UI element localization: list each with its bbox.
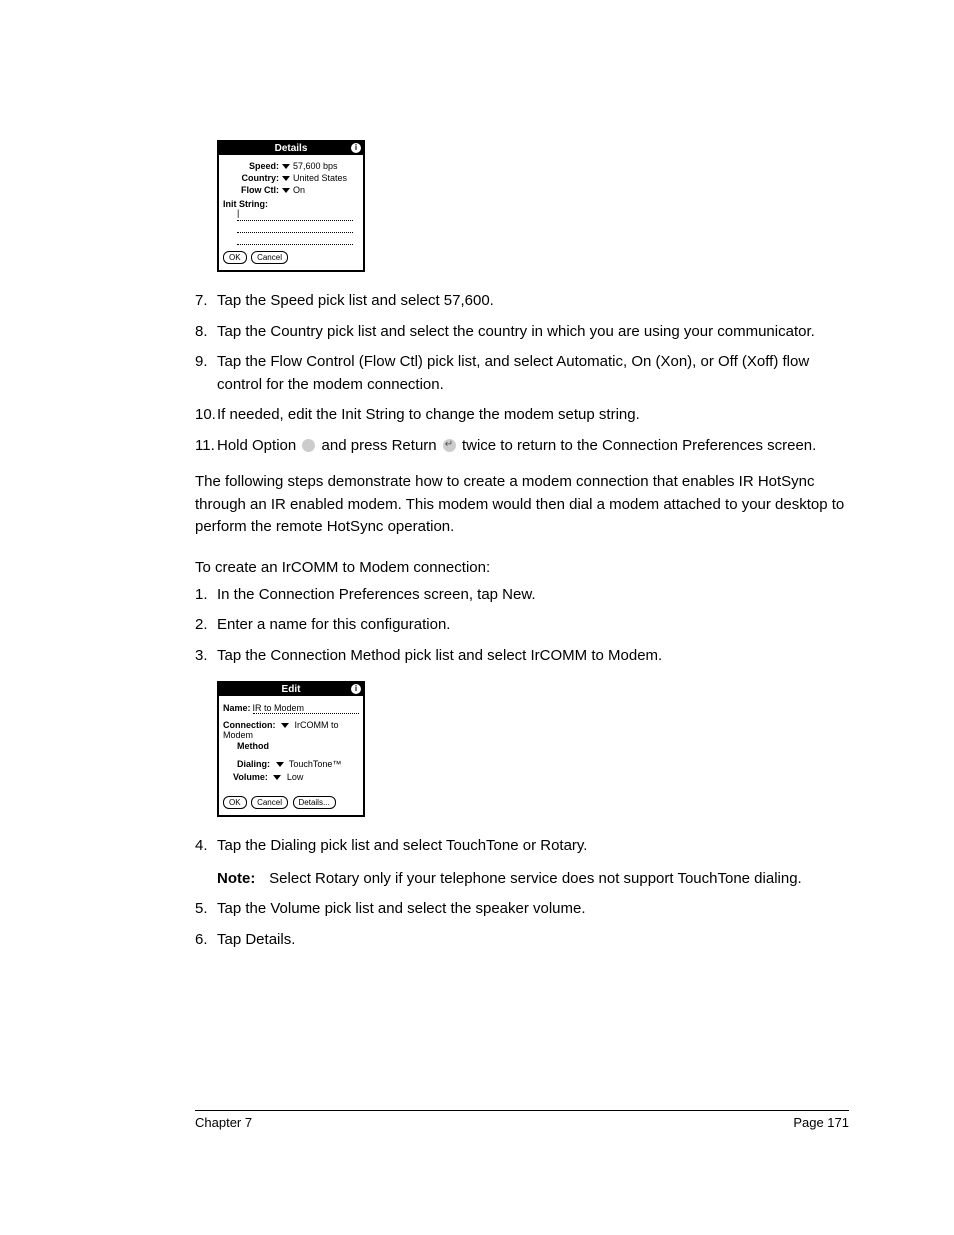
step-10: 10. If needed, edit the Init String to c… <box>195 404 849 427</box>
volume-value: Low <box>287 772 304 782</box>
step-number: 1. <box>195 584 217 607</box>
dropdown-icon <box>282 164 290 169</box>
dialog-title-text: Details <box>275 143 308 154</box>
page-footer: Chapter 7 Page 171 <box>195 1110 849 1130</box>
step-2: 2. Enter a name for this configuration. <box>195 614 849 637</box>
step-number: 2. <box>195 614 217 637</box>
step-number: 3. <box>195 645 217 668</box>
dropdown-icon <box>273 775 281 780</box>
note-label: Note: <box>217 868 265 891</box>
dropdown-icon <box>281 723 289 728</box>
step-number: 8. <box>195 321 217 344</box>
step-text: If needed, edit the Init String to chang… <box>217 404 849 427</box>
chapter-label: Chapter 7 <box>195 1115 252 1130</box>
details-button: Details... <box>293 796 336 809</box>
speed-value: 57,600 bps <box>293 161 338 171</box>
step-text: In the Connection Preferences screen, ta… <box>217 584 849 607</box>
dialing-value: TouchTone™ <box>289 759 342 769</box>
input-line <box>237 210 353 221</box>
dropdown-icon <box>282 176 290 181</box>
info-icon: i <box>351 143 361 153</box>
step-8: 8. Tap the Country pick list and select … <box>195 321 849 344</box>
page-number: Page 171 <box>793 1115 849 1130</box>
flowctl-value: On <box>293 185 305 195</box>
speed-label: Speed: <box>223 161 279 171</box>
details-dialog-screenshot: Details i Speed: 57,600 bps Country: Uni… <box>217 140 365 272</box>
dialog-title-text: Edit <box>282 684 301 695</box>
country-label: Country: <box>223 173 279 183</box>
dialing-label: Dialing: <box>237 759 270 769</box>
step-text: Tap the Dialing pick list and select Tou… <box>217 835 849 890</box>
step-number: 5. <box>195 898 217 921</box>
volume-label: Volume: <box>233 772 268 782</box>
flowctl-label: Flow Ctl: <box>223 185 279 195</box>
step-number: 4. <box>195 835 217 890</box>
input-line <box>237 234 353 245</box>
dialog-title: Details i <box>219 142 363 155</box>
step-5: 5. Tap the Volume pick list and select t… <box>195 898 849 921</box>
step-text: Tap the Flow Control (Flow Ctl) pick lis… <box>217 351 849 396</box>
connection-row: Connection: IrCOMM to Modem <box>223 720 359 740</box>
step-text: Hold Option and press Return twice to re… <box>217 435 849 458</box>
step-number: 7. <box>195 290 217 313</box>
input-line <box>237 222 353 233</box>
step-text: Tap the Connection Method pick list and … <box>217 645 849 668</box>
section-heading: To create an IrCOMM to Modem connection: <box>195 559 849 576</box>
country-value: United States <box>293 173 347 183</box>
step-number: 10. <box>195 404 217 427</box>
method-label: Method <box>237 741 269 751</box>
step-text: Enter a name for this configuration. <box>217 614 849 637</box>
return-key-icon <box>443 439 456 452</box>
paragraph: The following steps demonstrate how to c… <box>195 471 849 539</box>
cancel-button: Cancel <box>251 796 288 809</box>
step-number: 9. <box>195 351 217 396</box>
note-text: Select Rotary only if your telephone ser… <box>269 870 802 887</box>
connection-label: Connection: <box>223 720 276 730</box>
dialog-title: Edit i <box>219 683 363 696</box>
option-key-icon <box>302 439 315 452</box>
step-number: 6. <box>195 929 217 952</box>
init-string-label: Init String: <box>223 199 359 209</box>
step-3: 3. Tap the Connection Method pick list a… <box>195 645 849 668</box>
step-6: 6. Tap Details. <box>195 929 849 952</box>
info-icon: i <box>351 684 361 694</box>
cancel-button: Cancel <box>251 251 288 264</box>
step-text: Tap Details. <box>217 929 849 952</box>
step-text: Tap the Speed pick list and select 57,60… <box>217 290 849 313</box>
step-1: 1. In the Connection Preferences screen,… <box>195 584 849 607</box>
name-value: IR to Modem <box>253 703 359 714</box>
ok-button: OK <box>223 251 247 264</box>
step-11: 11. Hold Option and press Return twice t… <box>195 435 849 458</box>
name-label: Name: <box>223 703 251 713</box>
step-7: 7. Tap the Speed pick list and select 57… <box>195 290 849 313</box>
dropdown-icon <box>276 762 284 767</box>
dropdown-icon <box>282 188 290 193</box>
step-9: 9. Tap the Flow Control (Flow Ctl) pick … <box>195 351 849 396</box>
step-text: Tap the Volume pick list and select the … <box>217 898 849 921</box>
edit-dialog-screenshot: Edit i Name: IR to Modem Connection: IrC… <box>217 681 365 817</box>
step-number: 11. <box>195 435 217 458</box>
step-text: Tap the Country pick list and select the… <box>217 321 849 344</box>
ok-button: OK <box>223 796 247 809</box>
step-4: 4. Tap the Dialing pick list and select … <box>195 835 849 890</box>
